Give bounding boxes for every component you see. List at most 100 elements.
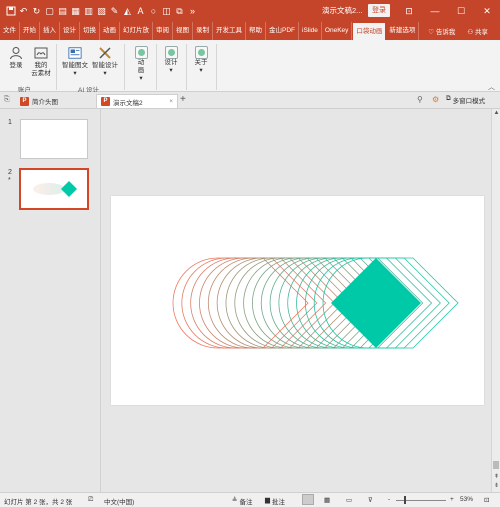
- print-icon[interactable]: ▦: [69, 4, 82, 18]
- diamond-shape[interactable]: [331, 258, 421, 348]
- save-icon[interactable]: [4, 4, 17, 18]
- multi-window-button[interactable]: ⧉ 多窗口模式: [446, 95, 485, 105]
- open-icon[interactable]: ▤: [56, 4, 69, 18]
- table-icon[interactable]: ▥: [82, 4, 95, 18]
- tab-animations[interactable]: 动画: [100, 22, 120, 40]
- normal-view-icon[interactable]: [302, 494, 314, 505]
- tab-insert[interactable]: 插入: [40, 22, 60, 40]
- tab-islide[interactable]: iSlide: [299, 22, 322, 40]
- fit-to-window-icon[interactable]: ⊡: [484, 496, 489, 504]
- status-bar: 幻灯片 第 2 张，共 2 张 ⎚ 中文(中国) ≜ 备注 ▆ 批注 ▦ ▭ ⊽…: [0, 492, 500, 507]
- slide-thumbnail-pane: 1 2 *: [0, 109, 101, 492]
- slide-editor: [101, 109, 491, 492]
- gear-icon[interactable]: ⚙: [432, 95, 439, 104]
- comments-button[interactable]: ▆ 批注: [265, 496, 285, 506]
- title-bar: ↶ ↻ ▢ ▤ ▦ ▥ ▧ ✎ ◭ A ○ ◫ ⧉ » 演示文稿2... 登录 …: [0, 0, 500, 22]
- about-button[interactable]: 关于 ▾: [190, 46, 212, 75]
- minimize-icon[interactable]: —: [422, 0, 448, 22]
- login-button[interactable]: 登录: [368, 4, 390, 17]
- animation-icon: [134, 46, 148, 59]
- smart-text-button[interactable]: 智能图文 ▾: [60, 46, 90, 78]
- collapse-ribbon-icon[interactable]: ︿: [488, 82, 495, 92]
- maximize-icon[interactable]: ☐: [448, 0, 474, 22]
- comment-icon: ▆: [265, 497, 270, 504]
- tab-help[interactable]: 帮助: [246, 22, 266, 40]
- accessibility-icon[interactable]: ⎚: [88, 496, 93, 504]
- reading-view-icon[interactable]: ▭: [346, 496, 352, 504]
- close-icon[interactable]: ✕: [474, 0, 500, 22]
- tab-slideshow[interactable]: 幻灯片放: [120, 22, 153, 40]
- tab-record[interactable]: 录制: [193, 22, 213, 40]
- my-cloud-material-button[interactable]: 我的 云素材: [28, 46, 54, 78]
- arrange-icon[interactable]: ⧉: [173, 4, 186, 18]
- pin-icon[interactable]: ⎘: [4, 96, 10, 104]
- slide-canvas[interactable]: [111, 196, 484, 405]
- slide-thumbnail-2[interactable]: [19, 168, 89, 210]
- more-icon[interactable]: »: [186, 4, 199, 18]
- slideshow-icon[interactable]: ⊽: [368, 496, 373, 504]
- tab-transitions[interactable]: 切换: [80, 22, 100, 40]
- animation-marker: *: [8, 177, 11, 184]
- zoom-in-button[interactable]: +: [450, 496, 454, 503]
- smart-text-icon: [68, 46, 82, 60]
- font-color-icon[interactable]: A: [134, 4, 147, 18]
- zoom-out-button[interactable]: -: [388, 496, 390, 503]
- prev-slide-icon[interactable]: ⇞: [492, 473, 500, 482]
- new-icon[interactable]: ▢: [43, 4, 56, 18]
- zoom-slider-thumb[interactable]: [404, 496, 406, 504]
- login-ribbon-button[interactable]: 登录: [6, 46, 26, 70]
- doc-tab-intro[interactable]: P 简介头图: [16, 94, 62, 108]
- separator: [156, 44, 157, 90]
- slide-number: 1: [8, 119, 12, 126]
- tab-view[interactable]: 视图: [173, 22, 193, 40]
- shape-icon[interactable]: ○: [147, 4, 160, 18]
- redo-icon[interactable]: ↻: [30, 4, 43, 18]
- dropdown-arrow-icon: ▾: [103, 70, 107, 77]
- slide-thumbnail-1[interactable]: [20, 119, 88, 159]
- separator: [56, 44, 57, 90]
- smart-design-button[interactable]: 智能设计 ▾: [90, 46, 120, 78]
- cloud-folder-icon: [34, 46, 48, 60]
- about-icon: [194, 46, 208, 59]
- picture-icon[interactable]: ◫: [160, 4, 173, 18]
- separator: [186, 44, 187, 90]
- tab-pocket-animation[interactable]: 口袋动画: [352, 22, 387, 40]
- undo-icon[interactable]: ↶: [17, 4, 30, 18]
- ribbon-tabs: 文件 开始 插入 设计 切换 动画 幻灯片放 审阅 视图 录制 开发工具 帮助 …: [0, 22, 500, 40]
- settings-small-icon[interactable]: ⚲: [417, 95, 423, 104]
- notes-button[interactable]: ≜ 备注: [232, 496, 252, 506]
- tab-developer[interactable]: 开发工具: [213, 22, 246, 40]
- doc-tab-presentation2[interactable]: P 演示文稿2 ×: [96, 94, 178, 108]
- tab-home[interactable]: 开始: [20, 22, 40, 40]
- share-button[interactable]: ⚇ 共享: [467, 26, 488, 36]
- tab-design[interactable]: 设计: [60, 22, 80, 40]
- tab-new-options[interactable]: 新建选项: [386, 22, 420, 40]
- slide-graphic[interactable]: [111, 196, 484, 405]
- add-tab-button[interactable]: +: [180, 94, 186, 105]
- dropdown-arrow-icon: ▾: [169, 67, 173, 74]
- tab-kingsoft-pdf[interactable]: 金山PDF: [266, 22, 299, 40]
- powerpoint-icon: P: [101, 97, 110, 106]
- zoom-level[interactable]: 53%: [460, 496, 473, 503]
- scroll-thumb[interactable]: [493, 461, 499, 469]
- tab-file[interactable]: 文件: [0, 22, 20, 40]
- scroll-up-icon[interactable]: ▲: [492, 109, 500, 118]
- ribbon-display-icon[interactable]: ⊡: [396, 0, 422, 22]
- close-tab-icon[interactable]: ×: [169, 98, 173, 105]
- fill-icon[interactable]: ◭: [121, 4, 134, 18]
- lightbulb-icon: ♡: [428, 29, 436, 36]
- smart-design-icon: [98, 46, 112, 60]
- powerpoint-icon: P: [20, 96, 29, 106]
- window-icon: ⧉: [446, 95, 451, 102]
- tell-me[interactable]: ♡ 告诉我: [428, 26, 455, 36]
- vertical-scrollbar[interactable]: ▲ ⇞ ⇟: [491, 109, 500, 492]
- slide-sorter-icon[interactable]: ▦: [324, 496, 330, 504]
- design-button[interactable]: 设计 ▾: [160, 46, 182, 75]
- next-slide-icon[interactable]: ⇟: [492, 482, 500, 491]
- tab-review[interactable]: 审阅: [153, 22, 173, 40]
- layout-icon[interactable]: ▧: [95, 4, 108, 18]
- pen-icon[interactable]: ✎: [108, 4, 121, 18]
- tab-onekey[interactable]: OneKey: [322, 22, 353, 40]
- language-indicator[interactable]: 中文(中国): [104, 496, 134, 506]
- animation-button[interactable]: 动 画 ▾: [130, 46, 152, 83]
